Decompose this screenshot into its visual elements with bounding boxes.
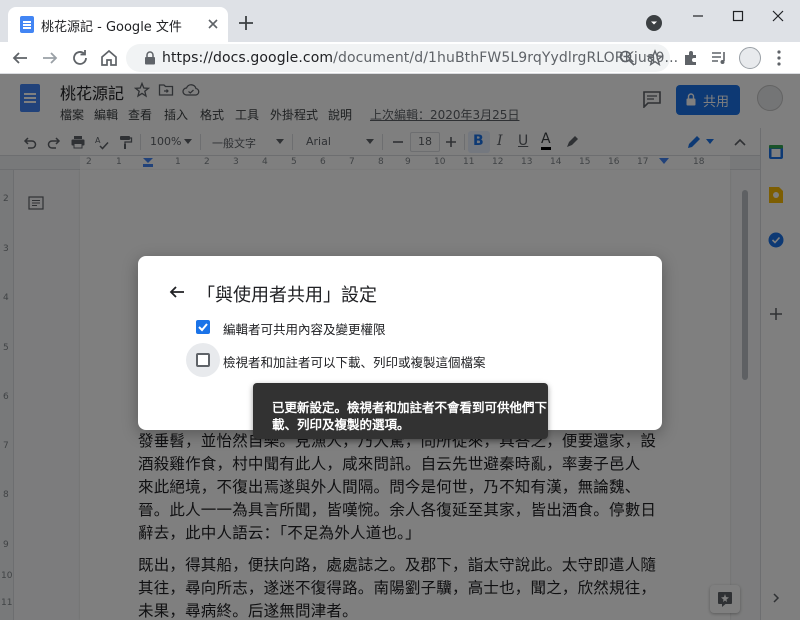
reload-icon[interactable] <box>68 46 92 70</box>
window-minimize-icon[interactable] <box>688 6 708 26</box>
tab-search-icon[interactable] <box>646 15 662 31</box>
back-nav-icon[interactable] <box>8 46 32 70</box>
zoom-magnifier-icon[interactable] <box>618 49 636 67</box>
viewers-can-download-checkbox[interactable] <box>196 353 210 367</box>
back-arrow-icon[interactable] <box>168 283 186 301</box>
browser-tab[interactable]: 桃花源記 - Google 文件 <box>8 7 228 42</box>
window-maximize-icon[interactable] <box>728 6 748 26</box>
bookmark-star-icon[interactable] <box>646 49 664 67</box>
window-close-icon[interactable] <box>768 6 788 26</box>
tab-close-icon[interactable] <box>204 15 222 33</box>
media-queue-icon[interactable] <box>710 49 728 67</box>
lock-icon[interactable] <box>144 51 156 65</box>
editors-can-share-label[interactable]: 編輯者可共用內容及變更權限 <box>223 319 386 338</box>
forward-nav-icon[interactable] <box>38 46 62 70</box>
checkmark-icon <box>198 323 208 332</box>
snackbar-message-line: 載、列印及複製的選項。 <box>272 417 410 432</box>
chrome-menu-icon[interactable] <box>772 49 786 67</box>
home-icon[interactable] <box>97 46 121 70</box>
browser-tab-strip: 桃花源記 - Google 文件 <box>0 0 800 42</box>
new-tab-plus-icon[interactable] <box>236 13 256 33</box>
extensions-puzzle-icon[interactable] <box>682 49 700 67</box>
viewers-can-download-label[interactable]: 檢視者和加註者可以下載、列印或複製這個檔案 <box>223 352 486 371</box>
docs-favicon-icon <box>20 16 34 33</box>
dialog-title: 「與使用者共用」設定 <box>197 285 377 306</box>
editors-can-share-checkbox[interactable] <box>196 320 210 334</box>
tab-title: 桃花源記 - Google 文件 <box>41 20 182 35</box>
url-text[interactable]: https://docs.google.com/document/d/1huBt… <box>162 50 678 66</box>
profile-avatar-icon[interactable] <box>739 47 761 69</box>
